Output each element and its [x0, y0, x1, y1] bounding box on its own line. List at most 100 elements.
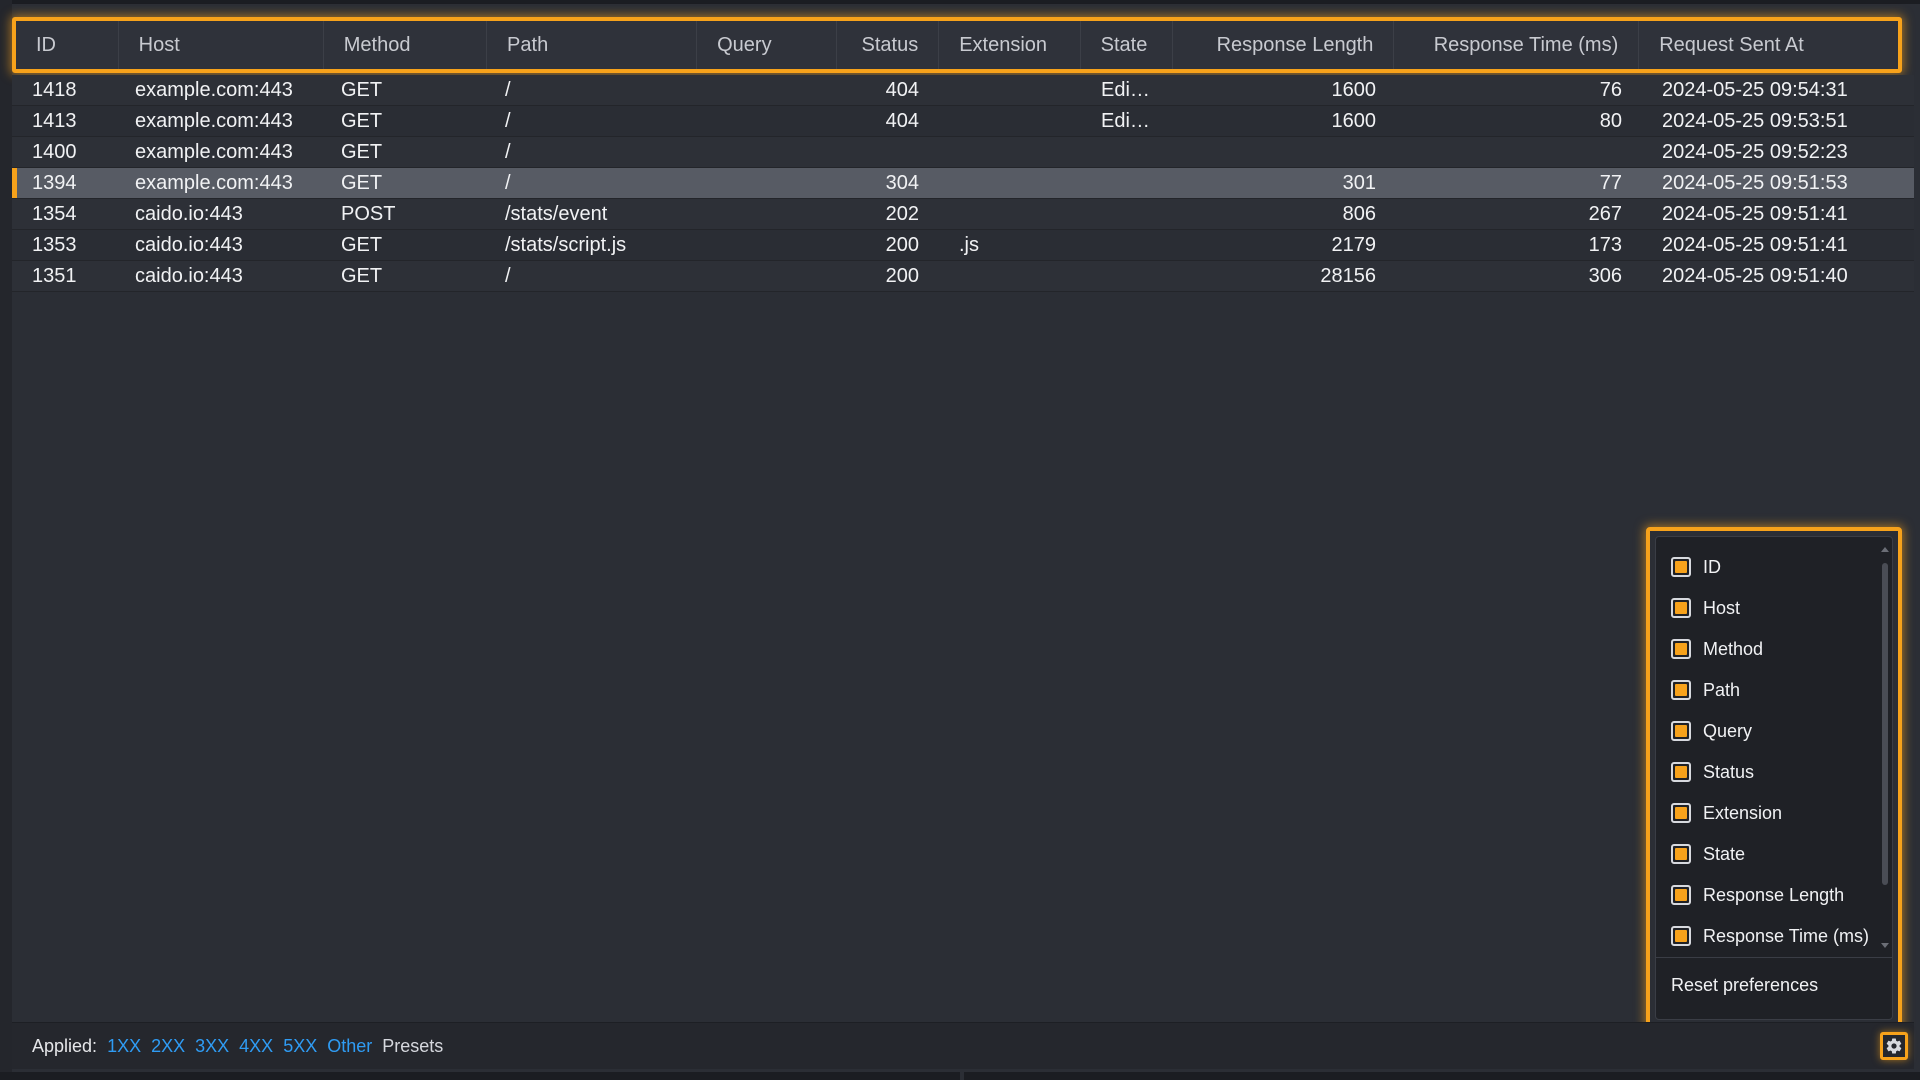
- cell-request-sent-at: 2024-05-25 09:51:41: [1662, 233, 1848, 256]
- cell-method: GET: [341, 140, 383, 163]
- cell-method: GET: [341, 171, 383, 194]
- checkbox-checked-icon[interactable]: [1671, 680, 1691, 700]
- checkbox-checked-icon[interactable]: [1671, 639, 1691, 659]
- cell-path: /stats/event: [505, 202, 608, 225]
- checkbox-checked-icon[interactable]: [1671, 926, 1691, 946]
- top-border: [0, 0, 1920, 4]
- column-header-query[interactable]: Query: [697, 21, 837, 69]
- cell-host: example.com:443: [135, 109, 293, 132]
- cell-path: /: [505, 78, 511, 101]
- column-header-label: Response Time (ms): [1433, 33, 1619, 56]
- cell-host: caido.io:443: [135, 202, 243, 225]
- column-header-label: Response Length: [1216, 33, 1374, 56]
- column-header-path[interactable]: Path: [487, 21, 698, 69]
- cell-host: example.com:443: [135, 171, 293, 194]
- column-option-status[interactable]: Status: [1671, 757, 1754, 787]
- cell-response-time: 267: [1588, 202, 1622, 225]
- checkbox-checked-icon[interactable]: [1671, 762, 1691, 782]
- cell-response-length: 1600: [1331, 78, 1377, 101]
- column-header-host[interactable]: Host: [119, 21, 324, 69]
- column-option-response-length[interactable]: Response Length: [1671, 880, 1844, 910]
- checkbox-checked-icon[interactable]: [1671, 598, 1691, 618]
- column-visibility-menu: ID Host Method Path Query Status Extensi…: [1646, 527, 1902, 1029]
- column-option-label: Status: [1703, 761, 1755, 782]
- table-body: 1418 example.com:443 GET / 404 Edi… 1600…: [12, 75, 1914, 292]
- column-option-label: Query: [1703, 720, 1753, 741]
- column-option-label: Method: [1703, 638, 1764, 659]
- cell-status: 304: [885, 171, 919, 194]
- column-header-request-sent-at[interactable]: Request Sent At: [1639, 21, 1898, 69]
- column-option-label: Extension: [1703, 802, 1783, 823]
- checkbox-checked-icon[interactable]: [1671, 844, 1691, 864]
- column-header-label: Host: [138, 33, 180, 56]
- cell-path: /: [505, 140, 511, 163]
- filter-3xx[interactable]: 3XX: [195, 1036, 229, 1057]
- reset-preferences-button[interactable]: Reset preferences: [1671, 975, 1818, 996]
- cell-response-length: 2179: [1331, 233, 1377, 256]
- checkbox-checked-icon[interactable]: [1671, 557, 1691, 577]
- column-settings-button[interactable]: [1880, 1032, 1908, 1060]
- table-row[interactable]: 1354 caido.io:443 POST /stats/event 202 …: [12, 199, 1914, 230]
- cell-host: example.com:443: [135, 140, 293, 163]
- cell-request-sent-at: 2024-05-25 09:51:40: [1662, 264, 1848, 287]
- column-header-extension[interactable]: Extension: [939, 21, 1081, 69]
- cell-id: 1351: [32, 264, 77, 287]
- scroll-down-arrow-icon[interactable]: [1881, 943, 1889, 948]
- cell-id: 1353: [32, 233, 77, 256]
- column-option-host[interactable]: Host: [1671, 593, 1740, 623]
- presets-button[interactable]: Presets: [382, 1036, 443, 1057]
- filter-1xx[interactable]: 1XX: [107, 1036, 141, 1057]
- cell-id: 1413: [32, 109, 77, 132]
- table-row[interactable]: 1353 caido.io:443 GET /stats/script.js 2…: [12, 230, 1914, 261]
- cell-method: GET: [341, 109, 383, 132]
- filter-5xx[interactable]: 5XX: [283, 1036, 317, 1057]
- menu-scrollbar[interactable]: [1882, 563, 1888, 885]
- filter-2xx[interactable]: 2XX: [151, 1036, 185, 1057]
- cell-response-length: 301: [1342, 171, 1376, 194]
- checkbox-checked-icon[interactable]: [1671, 885, 1691, 905]
- cell-response-length: 806: [1342, 202, 1376, 225]
- cell-extension: .js: [959, 233, 979, 256]
- cell-path: /: [505, 264, 511, 287]
- column-header-label: ID: [36, 33, 56, 56]
- filter-4xx[interactable]: 4XX: [239, 1036, 273, 1057]
- cell-host: caido.io:443: [135, 264, 243, 287]
- filter-other[interactable]: Other: [327, 1036, 372, 1057]
- cell-response-time: 76: [1599, 78, 1622, 101]
- cell-response-length: 1600: [1331, 109, 1377, 132]
- cell-host: caido.io:443: [135, 233, 243, 256]
- column-option-query[interactable]: Query: [1671, 716, 1752, 746]
- column-header-response-time[interactable]: Response Time (ms): [1394, 21, 1640, 69]
- column-option-response-time[interactable]: Response Time (ms): [1671, 921, 1869, 951]
- cell-method: GET: [341, 264, 383, 287]
- column-header-label: Request Sent At: [1659, 33, 1804, 56]
- table-row-selected[interactable]: 1394 example.com:443 GET / 304 301 77 20…: [12, 168, 1914, 199]
- column-option-id[interactable]: ID: [1671, 552, 1721, 582]
- cell-status: 404: [885, 78, 919, 101]
- column-header-state[interactable]: State: [1081, 21, 1174, 69]
- column-option-method[interactable]: Method: [1671, 634, 1763, 664]
- cell-path: /stats/script.js: [505, 233, 627, 256]
- applied-label: Applied:: [32, 1035, 98, 1056]
- column-option-state[interactable]: State: [1671, 839, 1745, 869]
- column-header-status[interactable]: Status: [837, 21, 940, 69]
- cell-path: /: [505, 171, 511, 194]
- table-row[interactable]: 1400 example.com:443 GET / 2024-05-25 09…: [12, 137, 1914, 168]
- table-row[interactable]: 1413 example.com:443 GET / 404 Edi… 1600…: [12, 106, 1914, 137]
- column-option-path[interactable]: Path: [1671, 675, 1740, 705]
- column-header-method[interactable]: Method: [324, 21, 488, 69]
- column-option-label: Response Time (ms): [1703, 925, 1870, 946]
- checkbox-checked-icon[interactable]: [1671, 803, 1691, 823]
- pane-separator[interactable]: [960, 1072, 964, 1080]
- column-header-id[interactable]: ID: [16, 21, 119, 69]
- cell-status: 200: [885, 264, 919, 287]
- column-option-extension[interactable]: Extension: [1671, 798, 1782, 828]
- cell-status: 200: [885, 233, 919, 256]
- cell-response-time: 173: [1588, 233, 1622, 256]
- cell-id: 1354: [32, 202, 77, 225]
- scroll-up-arrow-icon[interactable]: [1881, 547, 1889, 552]
- table-row[interactable]: 1418 example.com:443 GET / 404 Edi… 1600…: [12, 75, 1914, 106]
- column-header-response-length[interactable]: Response Length: [1173, 21, 1395, 69]
- checkbox-checked-icon[interactable]: [1671, 721, 1691, 741]
- table-row[interactable]: 1351 caido.io:443 GET / 200 28156 306 20…: [12, 261, 1914, 292]
